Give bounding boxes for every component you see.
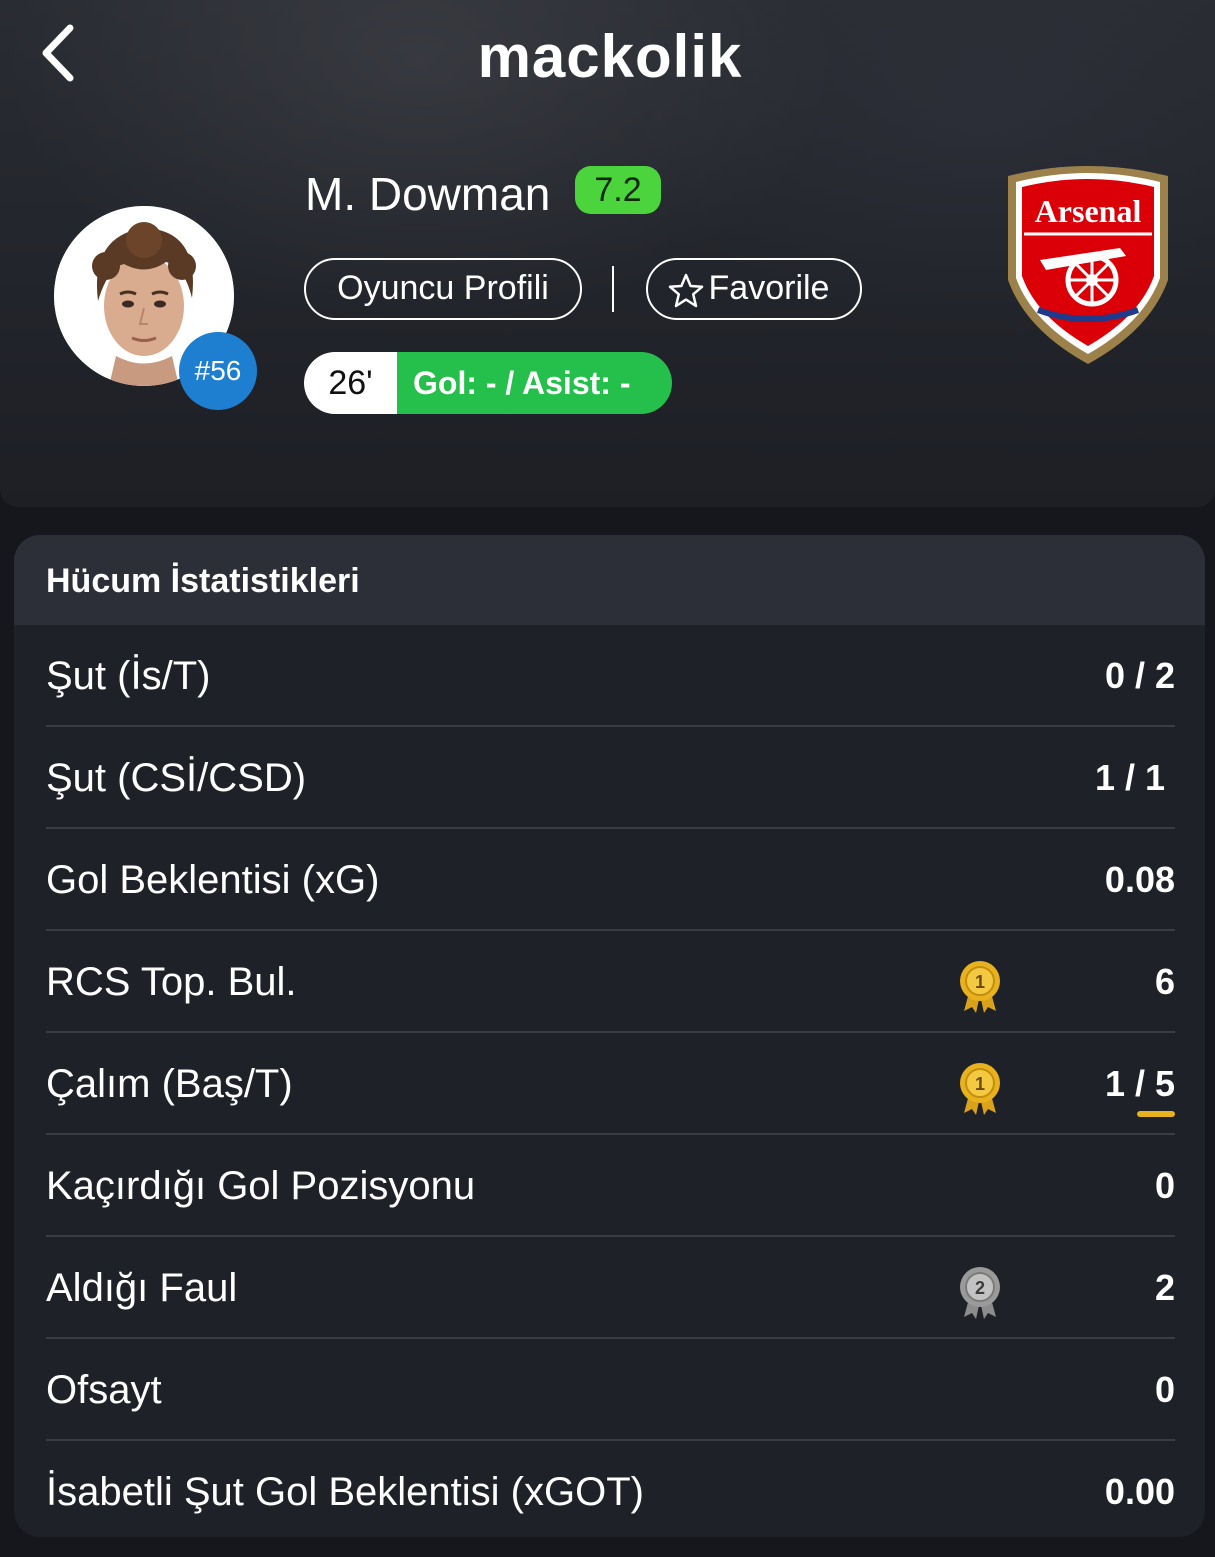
favorite-button[interactable]: Favorile — [646, 258, 862, 320]
stat-value: 0 — [1154, 1165, 1175, 1206]
gold-medal-icon[interactable]: 1 — [958, 1061, 1002, 1117]
section-title: Hücum İstatistikleri — [14, 535, 1205, 625]
back-button[interactable] — [36, 22, 86, 84]
stat-label: RCS Top. Bul. — [46, 960, 297, 1004]
medal-rank: 1 — [975, 972, 985, 992]
player-profile-button[interactable]: Oyuncu Profili — [304, 258, 582, 320]
stat-label: İsabetli Şut Gol Beklentisi (xGOT) — [46, 1470, 644, 1514]
team-crest[interactable]: Arsenal — [1000, 160, 1176, 366]
stat-value: 1 / 5 — [1104, 1063, 1175, 1104]
stat-row: Ofsayt 0 — [46, 1339, 1175, 1441]
chevron-left-icon — [42, 24, 74, 82]
rating-badge: 7.2 — [575, 166, 661, 214]
medal-rank: 1 — [975, 1074, 985, 1094]
highlight-underline — [1137, 1111, 1175, 1117]
stat-label: Kaçırdığı Gol Pozisyonu — [46, 1164, 476, 1208]
gold-medal-icon[interactable]: 1 — [958, 959, 1002, 1015]
stat-row: Çalım (Baş/T) 1 1 / 5 — [46, 1033, 1175, 1135]
stat-value: 0 / 2 — [1104, 655, 1175, 696]
crest-text: Arsenal — [1035, 193, 1142, 229]
stat-row: Kaçırdığı Gol Pozisyonu 0 — [46, 1135, 1175, 1237]
stat-row: Şut (İs/T) 0 / 2 — [46, 625, 1175, 727]
goal-assist-summary: Gol: - / Asist: - — [397, 352, 672, 414]
stat-label: Çalım (Baş/T) — [46, 1062, 293, 1106]
jersey-number-badge: #56 — [179, 332, 257, 410]
stat-value: 0.00 — [1104, 1471, 1175, 1512]
stat-row: RCS Top. Bul. 1 6 — [46, 931, 1175, 1033]
stat-label: Aldığı Faul — [46, 1266, 238, 1310]
arsenal-crest-icon: Arsenal — [1008, 166, 1168, 364]
stat-label: Şut (İs/T) — [46, 654, 211, 698]
stat-value: 0.08 — [1104, 859, 1175, 900]
stat-label: Ofsayt — [46, 1368, 162, 1412]
player-header: mackolik #56 M. Dowman 7.2 Oyuncu Profil… — [0, 0, 1215, 507]
star-icon — [668, 273, 704, 308]
stat-row: Gol Beklentisi (xG) 0.08 — [46, 829, 1175, 931]
player-name: M. Dowman — [305, 168, 551, 220]
silver-medal-icon[interactable]: 2 — [958, 1265, 1002, 1321]
stat-label: Gol Beklentisi (xG) — [46, 858, 380, 902]
attack-stats-card: Hücum İstatistikleri Şut (İs/T) 0 / 2 Şu… — [14, 535, 1205, 1537]
stat-row: Aldığı Faul 2 2 — [46, 1237, 1175, 1339]
stat-label: Şut (CSİ/CSD) — [46, 756, 307, 800]
stat-row: İsabetli Şut Gol Beklentisi (xGOT) 0.00 — [46, 1441, 1175, 1537]
stat-value: 2 — [1154, 1267, 1175, 1308]
stat-value: 0 — [1154, 1369, 1175, 1410]
minutes-played: 26' — [304, 352, 397, 414]
app-logo: mackolik — [477, 23, 743, 90]
stat-row: Şut (CSİ/CSD) 1 / 1 — [46, 727, 1175, 829]
player-avatar-wrap: #56 — [54, 206, 259, 411]
favorite-label: Favorile — [708, 269, 830, 307]
stat-value: 1 / 1 — [1094, 757, 1165, 798]
medal-rank: 2 — [975, 1278, 985, 1298]
button-divider — [612, 266, 614, 312]
minute-goal-pill: 26' Gol: - / Asist: - — [304, 352, 672, 414]
stat-value: 6 — [1154, 961, 1175, 1002]
